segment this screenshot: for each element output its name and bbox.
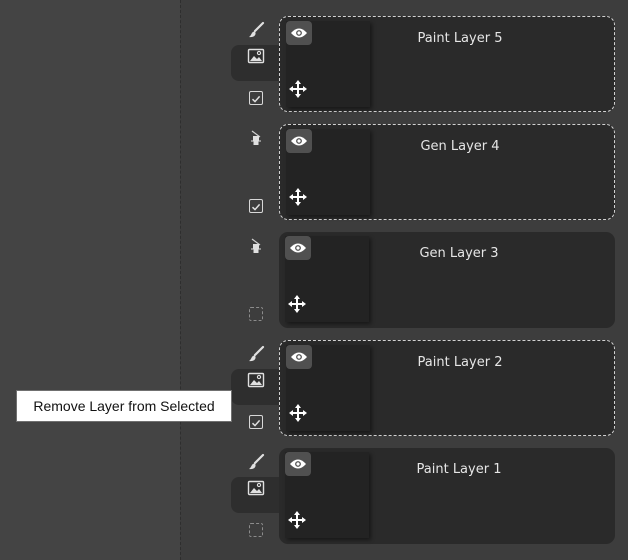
panel-divider[interactable]	[180, 0, 181, 560]
select-checkbox[interactable]	[244, 518, 268, 542]
checkbox-box[interactable]	[249, 199, 263, 213]
tooltip-text: Remove Layer from Selected	[33, 398, 215, 414]
move-icon[interactable]	[286, 185, 310, 209]
layer-row: Gen Layer 3	[240, 232, 628, 328]
layer-name: Gen Layer 3	[419, 246, 499, 261]
layer-row: Paint Layer 5	[231, 16, 628, 112]
layer-controls	[231, 448, 279, 544]
tooltip: Remove Layer from Selected	[16, 390, 232, 422]
move-icon[interactable]	[286, 77, 310, 101]
check-mark-icon	[251, 197, 261, 216]
layer-card[interactable]: Paint Layer 2	[279, 340, 615, 436]
select-checkbox[interactable]	[244, 194, 268, 218]
checkbox-box[interactable]	[249, 307, 263, 321]
move-icon[interactable]	[285, 508, 309, 532]
move-icon[interactable]	[286, 401, 310, 425]
select-checkbox[interactable]	[244, 302, 268, 326]
brush-icon[interactable]	[244, 342, 268, 366]
eye-icon[interactable]	[285, 452, 311, 476]
image-icon[interactable]	[244, 44, 268, 68]
check-mark-icon	[251, 89, 261, 108]
layer-controls	[231, 340, 279, 436]
layer-name: Paint Layer 5	[417, 31, 503, 46]
eye-icon[interactable]	[285, 236, 311, 260]
move-icon[interactable]	[285, 292, 309, 316]
layer-name: Gen Layer 4	[420, 139, 500, 154]
checkbox-box[interactable]	[249, 91, 263, 105]
layer-row: Gen Layer 4	[240, 124, 628, 220]
layer-row: Paint Layer 2	[231, 340, 628, 436]
eye-icon[interactable]	[286, 129, 312, 153]
brush-icon[interactable]	[244, 450, 268, 474]
layer-controls	[231, 16, 279, 112]
layer-row: Paint Layer 1	[231, 448, 628, 544]
select-checkbox[interactable]	[244, 86, 268, 110]
left-panel	[0, 0, 180, 560]
layer-card[interactable]: Paint Layer 5	[279, 16, 615, 112]
generate-icon[interactable]	[244, 126, 268, 150]
eye-icon[interactable]	[286, 345, 312, 369]
brush-icon[interactable]	[244, 18, 268, 42]
layer-name: Paint Layer 2	[417, 355, 503, 370]
layer-controls	[240, 124, 276, 220]
checkbox-box[interactable]	[249, 415, 263, 429]
check-mark-icon	[251, 413, 261, 432]
layer-card[interactable]: Gen Layer 3	[279, 232, 615, 328]
generate-icon[interactable]	[244, 234, 268, 258]
layer-card[interactable]: Paint Layer 1	[279, 448, 615, 544]
layer-card[interactable]: Gen Layer 4	[279, 124, 615, 220]
layer-controls	[240, 232, 276, 328]
image-icon[interactable]	[244, 476, 268, 500]
layer-name: Paint Layer 1	[416, 462, 502, 477]
image-icon[interactable]	[244, 368, 268, 392]
checkbox-box[interactable]	[249, 523, 263, 537]
select-checkbox[interactable]	[244, 410, 268, 434]
eye-icon[interactable]	[286, 21, 312, 45]
